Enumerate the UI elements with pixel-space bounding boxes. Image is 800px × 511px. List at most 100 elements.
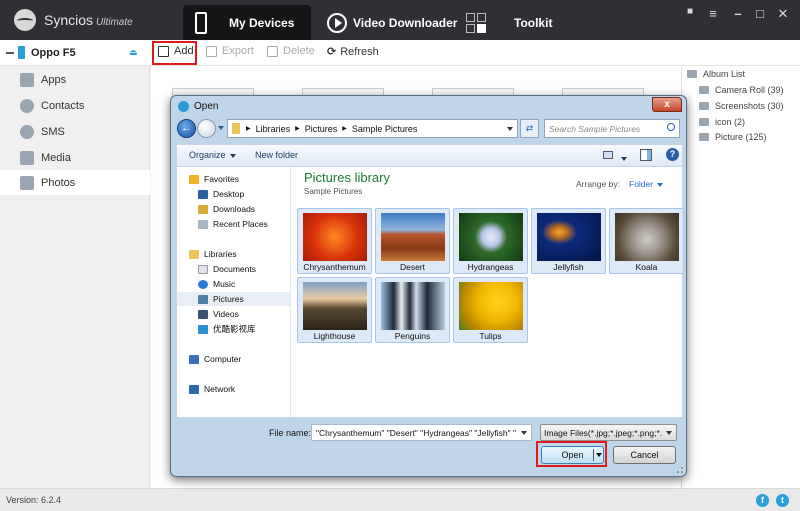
tree-label: Videos [213, 309, 239, 319]
tree-label: Favorites [204, 174, 239, 184]
file-thumbnail[interactable]: Desert [375, 208, 450, 274]
tree-recent-places[interactable]: Recent Places [198, 217, 268, 231]
file-name: Chrysanthemum [303, 262, 366, 272]
tab-my-devices[interactable]: My Devices [183, 5, 311, 40]
file-name: Jellyfish [553, 262, 584, 272]
open-highlight-box [536, 441, 607, 467]
delete-button[interactable]: Delete [267, 45, 315, 57]
album-item[interactable]: icon (2) [699, 117, 745, 127]
arrange-by-dropdown[interactable]: Folder [629, 179, 664, 189]
export-icon [206, 45, 217, 57]
navigation-tree: Favorites Desktop Downloads Recent Place… [177, 167, 291, 417]
command-bar: Organize New folder ? [176, 144, 683, 166]
facebook-icon[interactable]: f [756, 494, 769, 507]
sidebar-item-media[interactable]: Media [0, 145, 150, 170]
address-dropdown-icon[interactable] [507, 127, 513, 131]
preview-pane-icon[interactable] [640, 149, 652, 161]
sidebar-item-label: Photos [41, 176, 76, 189]
close-icon[interactable]: ✕ [775, 6, 791, 22]
album-item[interactable]: Picture (125) [699, 132, 767, 142]
maximize-icon[interactable]: □ [752, 6, 768, 21]
dialog-title: Open [178, 101, 218, 112]
minimize-icon[interactable]: – [730, 6, 746, 21]
file-thumbnail[interactable]: Lighthouse [297, 277, 372, 343]
tree-favorites[interactable]: Favorites [189, 172, 239, 186]
chevron-down-icon [657, 182, 664, 187]
file-thumbnail[interactable]: Koala [609, 208, 684, 274]
export-button[interactable]: Export [206, 45, 254, 57]
tab-toolkit[interactable]: Toolkit [466, 5, 552, 40]
apps-icon [20, 72, 34, 87]
tree-music[interactable]: Music [198, 277, 235, 291]
version-label: Version: 6.2.4 [6, 495, 62, 505]
breadcrumb-sample-pictures[interactable]: Sample Pictures [352, 124, 418, 134]
feedback-icon[interactable]: ■ [682, 6, 698, 17]
menu-icon[interactable]: ≡ [705, 6, 721, 21]
file-name-input[interactable]: "Chrysanthemum" "Desert" "Hydrangeas" "J… [311, 424, 532, 441]
new-folder-button[interactable]: New folder [255, 150, 298, 160]
forward-button[interactable] [197, 119, 216, 138]
hydrangeas-image [459, 213, 523, 261]
view-dropdown[interactable] [617, 153, 627, 163]
network-icon [189, 384, 199, 394]
refresh-button[interactable]: ⟳ Refresh [327, 45, 379, 59]
tree-videos[interactable]: Videos [198, 307, 239, 321]
chevron-down-icon[interactable] [521, 431, 527, 435]
file-thumbnail[interactable]: Jellyfish [531, 208, 606, 274]
tab-video-downloader[interactable]: Video Downloader [327, 5, 457, 40]
album-item[interactable]: Screenshots (30) [699, 101, 784, 111]
arrange-by-label: Arrange by: [576, 179, 620, 189]
recent-pages-dropdown[interactable] [218, 126, 224, 130]
organize-button[interactable]: Organize [189, 150, 236, 160]
collapse-icon[interactable] [6, 51, 14, 54]
address-bar[interactable]: ▶ Libraries ▶ Pictures ▶ Sample Pictures [227, 119, 518, 138]
video-library-icon [198, 324, 208, 334]
tree-desktop[interactable]: Desktop [198, 187, 244, 201]
search-input[interactable]: Search Sample Pictures [544, 119, 680, 138]
tree-downloads[interactable]: Downloads [198, 202, 255, 216]
file-name: Koala [635, 262, 658, 272]
tree-libraries[interactable]: Libraries [189, 247, 237, 261]
tree-computer[interactable]: Computer [189, 352, 241, 366]
breadcrumb-pictures[interactable]: Pictures [305, 124, 338, 134]
file-name: Lighthouse [313, 331, 356, 341]
chevron-right-icon: ▶ [246, 126, 251, 132]
brand-edition: Ultimate [96, 17, 133, 28]
videos-icon [198, 309, 208, 319]
chevron-down-icon [621, 156, 627, 161]
organize-label: Organize [189, 150, 226, 160]
album-label: Picture (125) [715, 132, 767, 142]
tree-youku-library[interactable]: 优酷影视库 [198, 322, 256, 336]
file-thumbnail[interactable]: Hydrangeas [453, 208, 528, 274]
tree-pictures[interactable]: Pictures [177, 292, 290, 306]
sidebar-item-contacts[interactable]: Contacts [0, 93, 150, 118]
help-icon[interactable]: ? [666, 148, 679, 161]
tree-label: Libraries [204, 249, 237, 259]
resize-grip[interactable] [677, 467, 683, 473]
album-item[interactable]: Camera Roll (39) [699, 85, 784, 95]
file-type-select[interactable]: Image Files(*.jpg;*.jpeg;*.png;*. [540, 424, 677, 441]
file-thumbnail[interactable]: Penguins [375, 277, 450, 343]
sidebar-item-sms[interactable]: SMS [0, 119, 150, 144]
tree-documents[interactable]: Documents [198, 262, 256, 276]
desert-image [381, 213, 445, 261]
app-brand: Syncios Ultimate [44, 12, 133, 28]
breadcrumb-libraries[interactable]: Libraries [256, 124, 291, 134]
twitter-icon[interactable]: t [776, 494, 789, 507]
sidebar-item-apps[interactable]: Apps [0, 67, 150, 92]
cancel-button[interactable]: Cancel [613, 446, 676, 464]
back-button[interactable]: ← [177, 119, 196, 138]
sidebar-item-photos[interactable]: Photos [0, 170, 150, 195]
tree-network[interactable]: Network [189, 382, 235, 396]
device-selector[interactable]: Oppo F5 [6, 46, 76, 59]
search-placeholder: Search Sample Pictures [549, 124, 641, 134]
search-icon[interactable] [667, 123, 675, 131]
eject-icon[interactable]: ⏏ [129, 47, 138, 58]
dialog-close-button[interactable]: x [652, 97, 682, 112]
file-name-value: "Chrysanthemum" "Desert" "Hydrangeas" "J… [316, 428, 517, 438]
change-view-icon[interactable] [603, 151, 613, 159]
refresh-address-button[interactable]: ⇄ [520, 119, 539, 138]
album-list-panel: Album List Camera Roll (39) Screenshots … [681, 66, 800, 488]
file-thumbnail[interactable]: Chrysanthemum [297, 208, 372, 274]
file-thumbnail[interactable]: Tulips [453, 277, 528, 343]
